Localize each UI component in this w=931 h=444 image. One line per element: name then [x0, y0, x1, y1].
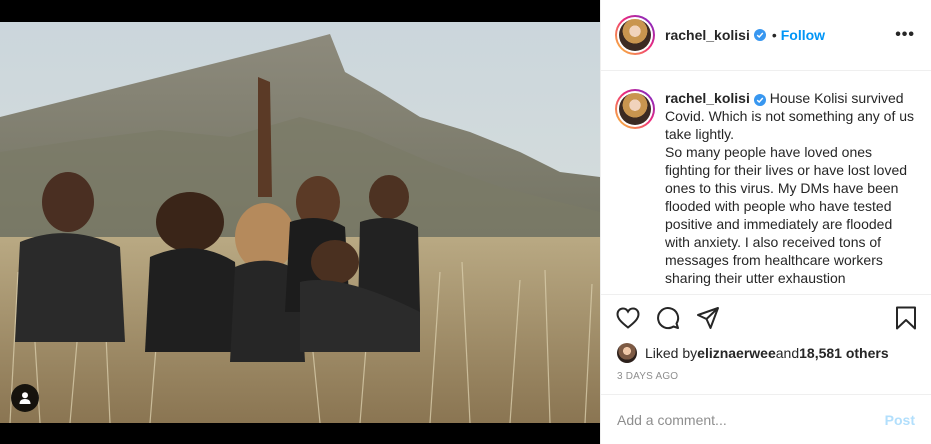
post-comment-button[interactable]: Post — [885, 412, 915, 428]
verified-badge-icon — [753, 29, 766, 41]
post-header: rachel_kolisi • Follow ••• — [601, 0, 931, 71]
caption-body: House Kolisi survived Covid. Which is no… — [665, 90, 915, 286]
post-photo[interactable] — [0, 22, 600, 423]
liker-avatar[interactable] — [617, 343, 637, 363]
caption: rachel_kolisi House Kolisi survived Covi… — [665, 89, 915, 294]
avatar[interactable] — [615, 15, 655, 55]
comment-bar: Post — [601, 394, 931, 444]
likes-summary: Liked by eliznaerwee and 18,581 others — [601, 341, 931, 365]
likes-count[interactable]: 18,581 others — [799, 345, 889, 361]
heart-icon[interactable] — [615, 305, 641, 331]
comment-bubble-icon[interactable] — [655, 305, 681, 331]
caption-avatar[interactable] — [615, 89, 655, 129]
header-username[interactable]: rachel_kolisi — [665, 27, 750, 43]
paper-plane-icon[interactable] — [695, 305, 721, 331]
post-media — [0, 0, 600, 444]
liked-by-user[interactable]: eliznaerwee — [697, 345, 776, 361]
bookmark-icon[interactable] — [893, 305, 919, 331]
post-sidebar: rachel_kolisi • Follow ••• rachel_kolisi… — [600, 0, 931, 444]
caption-section: rachel_kolisi House Kolisi survived Covi… — [601, 71, 931, 295]
caption-username[interactable]: rachel_kolisi — [665, 90, 750, 106]
post-photo-image — [0, 22, 600, 423]
action-bar — [601, 295, 931, 341]
liked-by-prefix: Liked by — [645, 345, 698, 361]
verified-badge-icon — [753, 94, 766, 106]
avatar-image — [619, 93, 651, 125]
post-timestamp[interactable]: 3 DAYS AGO — [601, 365, 931, 387]
comment-input[interactable] — [617, 411, 885, 428]
liked-by-and: and — [775, 345, 800, 361]
user-tag-icon[interactable] — [11, 384, 39, 412]
header-separator: • — [771, 27, 777, 43]
more-options-icon[interactable]: ••• — [895, 26, 915, 44]
follow-button[interactable]: Follow — [781, 27, 825, 43]
avatar-image — [619, 19, 651, 51]
